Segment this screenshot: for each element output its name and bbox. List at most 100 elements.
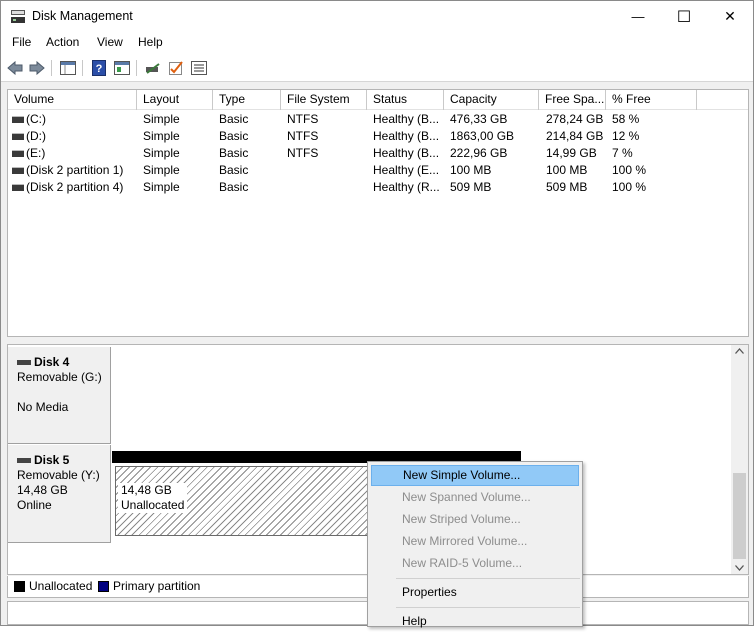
cell-percent-free: 100 % <box>612 180 647 194</box>
menu-item-new-mirrored-volume[interactable]: New Mirrored Volume... <box>371 531 579 552</box>
list-button[interactable] <box>189 58 209 78</box>
check-button[interactable] <box>166 58 186 78</box>
rescan-icon <box>146 63 160 74</box>
close-icon: ✕ <box>724 8 736 24</box>
table-row[interactable]: (D:) Simple Basic NTFS Healthy (B... 1863,00 … <box>8 128 748 145</box>
legend-label-primary: Primary partition <box>113 579 201 593</box>
cell-free-space: 278,24 GB <box>546 112 604 126</box>
disk-management-icon <box>11 10 25 23</box>
cell-status: Healthy (R... <box>373 180 440 194</box>
column-header-free-space[interactable]: Free Spa... <box>539 90 606 110</box>
forward-icon <box>29 61 45 75</box>
title-bar: Disk Management — ☐ ✕ <box>1 1 753 32</box>
list-icon <box>191 61 207 75</box>
cell-layout: Simple <box>143 163 180 177</box>
check-icon <box>169 61 183 75</box>
disk-4-area[interactable] <box>112 347 732 444</box>
cell-status: Healthy (B... <box>373 129 440 143</box>
table-row[interactable]: (Disk 2 partition 4) Simple Basic Healthy (… <box>8 179 748 196</box>
cell-capacity: 509 MB <box>450 180 492 194</box>
column-header-percent-free[interactable]: % Free <box>606 90 697 110</box>
cell-capacity: 1863,00 GB <box>450 129 515 143</box>
scroll-down-icon[interactable] <box>735 565 744 571</box>
cell-layout: Simple <box>143 180 180 194</box>
cell-volume: (C:) <box>26 112 46 126</box>
partition-size: 14,48 GB <box>121 483 172 497</box>
menu-action[interactable]: Action <box>46 35 79 49</box>
cell-free-space: 14,99 GB <box>546 146 597 160</box>
cell-type: Basic <box>219 112 249 126</box>
minimize-button[interactable]: — <box>615 1 661 32</box>
cell-percent-free: 58 % <box>612 112 640 126</box>
menu-separator <box>396 578 580 579</box>
scroll-thumb[interactable] <box>733 473 746 559</box>
maximize-button[interactable]: ☐ <box>661 1 707 32</box>
properties-button[interactable] <box>112 58 132 78</box>
cell-type: Basic <box>219 163 249 177</box>
legend-swatch-unallocated <box>14 581 25 592</box>
volume-icon <box>12 150 24 157</box>
table-row[interactable]: (E:) Simple Basic NTFS Healthy (B... 222,96 G… <box>8 145 748 162</box>
back-button[interactable] <box>5 58 25 78</box>
console-tree-icon <box>60 61 76 75</box>
menu-file[interactable]: File <box>12 35 31 49</box>
column-header-volume[interactable]: Volume <box>8 90 137 110</box>
help-button[interactable]: ? <box>89 58 109 78</box>
cell-capacity: 222,96 GB <box>450 146 508 160</box>
menu-help[interactable]: Help <box>138 35 163 49</box>
disk-icon <box>17 458 31 464</box>
cell-capacity: 100 MB <box>450 163 492 177</box>
partition-info: 14,48 GB Unallocated <box>118 483 188 513</box>
cell-volume: (D:) <box>26 129 46 143</box>
volume-icon <box>12 167 24 174</box>
cell-type: Basic <box>219 146 249 160</box>
column-header-capacity[interactable]: Capacity <box>444 90 539 110</box>
disk-type: Removable (Y:) <box>17 468 100 482</box>
table-row[interactable]: (C:) Simple Basic NTFS Healthy (B... 476,33 G… <box>8 111 748 128</box>
menu-item-help[interactable]: Help <box>371 611 579 632</box>
cell-layout: Simple <box>143 129 180 143</box>
cell-volume: (Disk 2 partition 4) <box>26 180 124 194</box>
cell-percent-free: 7 % <box>612 146 633 160</box>
svg-text:?: ? <box>96 63 103 75</box>
disk-media-status: No Media <box>17 400 69 414</box>
column-header-type[interactable]: Type <box>213 90 281 110</box>
rescan-button[interactable] <box>143 58 163 78</box>
console-tree-button[interactable] <box>58 58 78 78</box>
column-header-file-system[interactable]: File System <box>281 90 367 110</box>
cell-percent-free: 100 % <box>612 163 647 177</box>
menu-item-properties[interactable]: Properties <box>371 582 579 603</box>
menu-bar: File Action View Help <box>1 32 753 54</box>
minimize-icon: — <box>631 9 645 24</box>
disk-4-label[interactable]: Disk 4 Removable (G:) No Media <box>8 347 111 444</box>
close-button[interactable]: ✕ <box>707 1 753 32</box>
volume-list: Volume Layout Type File System Status Ca… <box>7 89 749 337</box>
context-menu: New Simple Volume... New Spanned Volume.… <box>367 461 583 628</box>
toolbar: ? <box>1 54 753 82</box>
cell-layout: Simple <box>143 146 180 160</box>
forward-button[interactable] <box>27 58 47 78</box>
scroll-up-icon[interactable] <box>735 348 744 354</box>
menu-item-new-raid5-volume[interactable]: New RAID-5 Volume... <box>371 553 579 574</box>
cell-file-system: NTFS <box>287 112 319 126</box>
cell-status: Healthy (B... <box>373 112 440 126</box>
maximize-icon: ☐ <box>676 8 692 26</box>
disk-5-label[interactable]: Disk 5 Removable (Y:) 14,48 GB Online <box>8 445 111 543</box>
cell-file-system: NTFS <box>287 129 319 143</box>
menu-view[interactable]: View <box>97 35 123 49</box>
column-header-status[interactable]: Status <box>367 90 444 110</box>
disk-name: Disk 4 <box>34 355 70 369</box>
disk-icon <box>17 360 31 366</box>
menu-item-new-spanned-volume[interactable]: New Spanned Volume... <box>371 487 579 508</box>
disk-management-window: Disk Management — ☐ ✕ File Action View H… <box>0 0 754 628</box>
graph-scrollbar[interactable] <box>731 345 748 574</box>
menu-item-new-striped-volume[interactable]: New Striped Volume... <box>371 509 579 530</box>
disk-status: Online <box>17 498 52 512</box>
volume-icon <box>12 184 24 191</box>
properties-icon <box>114 61 130 75</box>
cell-layout: Simple <box>143 112 180 126</box>
disk-name: Disk 5 <box>34 453 70 467</box>
menu-item-new-simple-volume[interactable]: New Simple Volume... <box>371 465 579 486</box>
column-header-layout[interactable]: Layout <box>137 90 213 110</box>
table-row[interactable]: (Disk 2 partition 1) Simple Basic Healthy (… <box>8 162 748 179</box>
